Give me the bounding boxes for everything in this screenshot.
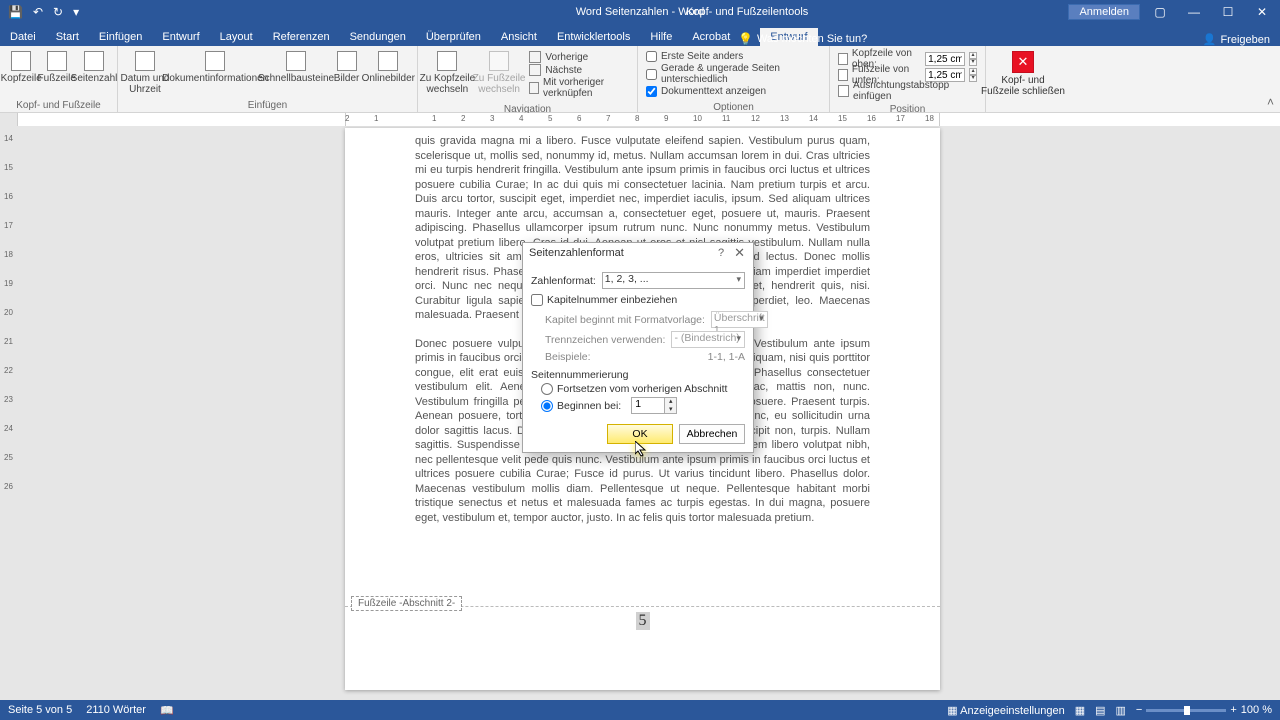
undo-icon[interactable]: ↶ <box>33 5 43 19</box>
redo-icon[interactable]: ↻ <box>53 5 63 19</box>
tab-insert[interactable]: Einfügen <box>89 28 152 46</box>
tab-view[interactable]: Ansicht <box>491 28 547 46</box>
goto-footer-button: Zu Fußzeile wechseln <box>475 49 524 97</box>
goto-header-button[interactable]: Zu Kopfzeile wechseln <box>422 49 473 97</box>
tab-start[interactable]: Start <box>46 28 89 46</box>
page-number-format-dialog: Seitenzahlenformat ? ✕ Zahlenformat: 1, … <box>522 242 754 453</box>
spin-up-icon[interactable]: ▴ <box>665 398 676 406</box>
start-at-input[interactable] <box>632 398 664 410</box>
number-format-select[interactable]: 1, 2, 3, ... <box>602 272 745 289</box>
view-web-icon[interactable]: ▥ <box>1116 704 1126 717</box>
examples-value: 1-1, 1-A <box>708 351 745 363</box>
close-x-icon: ✕ <box>1012 51 1034 73</box>
tab-layout[interactable]: Layout <box>210 28 263 46</box>
tell-me-label: Was möchten Sie tun? <box>757 33 867 45</box>
down-icon <box>529 64 541 76</box>
qa-more-icon[interactable]: ▾ <box>73 5 79 19</box>
view-print-icon[interactable]: ▦ <box>1075 704 1085 717</box>
horizontal-ruler[interactable]: 21123456789101112131415161718 <box>0 113 1280 126</box>
dialog-title: Seitenzahlenformat <box>529 247 624 259</box>
ribbon: Kopfzeile Fußzeile Seitenzahl Kopf- und … <box>0 46 1280 113</box>
online-pictures-button[interactable]: Onlinebilder <box>364 49 413 86</box>
pagenumber-button[interactable]: Seitenzahl <box>75 49 113 86</box>
tab-mailings[interactable]: Sendungen <box>340 28 416 46</box>
view-read-icon[interactable]: ▤ <box>1095 704 1105 717</box>
separator-label: Trennzeichen verwenden: <box>531 334 665 346</box>
page-number-field[interactable]: 5 <box>636 612 650 630</box>
up-icon <box>529 51 541 63</box>
share-icon: 👤 <box>1203 33 1217 46</box>
dialog-help-icon[interactable]: ? <box>712 247 730 259</box>
examples-label: Beispiele: <box>531 351 591 363</box>
header-top-icon <box>838 53 848 65</box>
start-at-radio[interactable]: Beginnen bei: ▴▾ <box>541 397 745 414</box>
number-format-label: Zahlenformat: <box>531 275 596 287</box>
insert-align-tab-button[interactable]: Ausrichtungstabstopp einfügen <box>838 83 977 99</box>
tab-review[interactable]: Überprüfen <box>416 28 491 46</box>
vertical-ruler[interactable]: 14151617181920212223242526 <box>0 126 18 700</box>
link-previous-button[interactable]: Mit vorheriger verknüpfen <box>529 77 629 99</box>
ok-button[interactable]: OK <box>607 424 673 444</box>
page-numbering-section-label: Seitennummerierung <box>531 369 745 381</box>
tab-design[interactable]: Entwurf <box>152 28 209 46</box>
collapse-ribbon-icon[interactable]: ˄ <box>1267 95 1274 109</box>
odd-even-checkbox[interactable]: Gerade & ungerade Seiten unterschiedlich <box>646 63 821 85</box>
zoom-in-button[interactable]: + <box>1230 704 1236 716</box>
spin-down-icon[interactable]: ▾ <box>665 406 676 414</box>
login-button[interactable]: Anmelden <box>1068 4 1140 20</box>
save-icon[interactable]: 💾 <box>8 5 23 19</box>
zoom-out-button[interactable]: − <box>1136 704 1142 716</box>
header-button[interactable]: Kopfzeile <box>4 49 38 86</box>
word-count[interactable]: 2110 Wörter <box>86 704 146 716</box>
separator-select: - (Bindestrich) <box>671 331 745 348</box>
continue-previous-radio[interactable]: Fortsetzen vom vorherigen Abschnitt <box>541 383 745 395</box>
include-chapter-checkbox[interactable]: Kapitelnummer einbeziehen <box>531 294 745 306</box>
statusbar: Seite 5 von 5 2110 Wörter 📖 ▦ Anzeigeein… <box>0 700 1280 720</box>
different-first-page-checkbox[interactable]: Erste Seite anders <box>646 51 821 62</box>
tab-icon <box>838 85 849 97</box>
minimize-icon[interactable]: — <box>1180 5 1208 19</box>
document-title: Word Seitenzahlen - Word <box>576 6 705 18</box>
zoom-slider[interactable] <box>1146 709 1226 712</box>
next-section-button[interactable]: Nächste <box>529 64 629 76</box>
show-document-text-checkbox[interactable]: Dokumenttext anzeigen <box>646 86 821 97</box>
header-top-input[interactable] <box>925 52 965 66</box>
group-header-footer-label: Kopf- und Fußzeile <box>0 100 117 113</box>
bulb-icon: 💡 <box>738 32 753 46</box>
datetime-button[interactable]: Datum und Uhrzeit <box>122 49 168 97</box>
cancel-button[interactable]: Abbrechen <box>679 424 745 444</box>
footer-button[interactable]: Fußzeile <box>40 49 73 86</box>
share-label: Freigeben <box>1220 34 1270 46</box>
page-indicator[interactable]: Seite 5 von 5 <box>8 704 72 716</box>
chapter-style-label: Kapitel beginnt mit Formatvorlage: <box>531 314 705 326</box>
dialog-close-icon[interactable]: ✕ <box>730 245 749 261</box>
maximize-icon[interactable]: ☐ <box>1214 5 1242 19</box>
footer-section-tag: Fußzeile -Abschnitt 2- <box>351 596 462 611</box>
tab-references[interactable]: Referenzen <box>263 28 340 46</box>
close-icon[interactable]: ✕ <box>1248 5 1276 19</box>
link-icon <box>529 82 539 94</box>
footer-bottom-icon <box>838 69 848 81</box>
close-header-footer-button[interactable]: ✕ Kopf- und Fußzeile schließen <box>975 49 1071 99</box>
pictures-button[interactable]: Bilder <box>332 49 362 86</box>
tab-file[interactable]: Datei <box>0 28 46 46</box>
spellcheck-icon[interactable]: 📖 <box>160 704 174 717</box>
share-button[interactable]: 👤 Freigeben <box>1203 33 1270 46</box>
titlebar: 💾 ↶ ↻ ▾ Word Seitenzahlen - Word Kopf- u… <box>0 0 1280 24</box>
quickparts-button[interactable]: Schnellbausteine <box>262 49 329 86</box>
context-tools-title: Kopf- und Fußzeilentools <box>686 6 808 18</box>
display-settings-button[interactable]: ▦ Anzeigeeinstellungen <box>947 704 1064 717</box>
tab-help[interactable]: Hilfe <box>640 28 682 46</box>
ribbon-tabs: Datei Start Einfügen Entwurf Layout Refe… <box>0 24 1280 46</box>
group-insert-label: Einfügen <box>118 100 417 113</box>
tell-me-search[interactable]: 💡 Was möchten Sie tun? <box>738 32 867 46</box>
docinfo-button[interactable]: Dokumentinformationen <box>170 49 260 86</box>
chapter-style-select: Überschrift 1 <box>711 311 768 328</box>
tab-acrobat[interactable]: Acrobat <box>682 28 740 46</box>
previous-section-button[interactable]: Vorherige <box>529 51 629 63</box>
tab-developer[interactable]: Entwicklertools <box>547 28 640 46</box>
zoom-level[interactable]: 100 % <box>1241 704 1272 716</box>
ribbon-options-icon[interactable]: ▢ <box>1146 5 1174 19</box>
